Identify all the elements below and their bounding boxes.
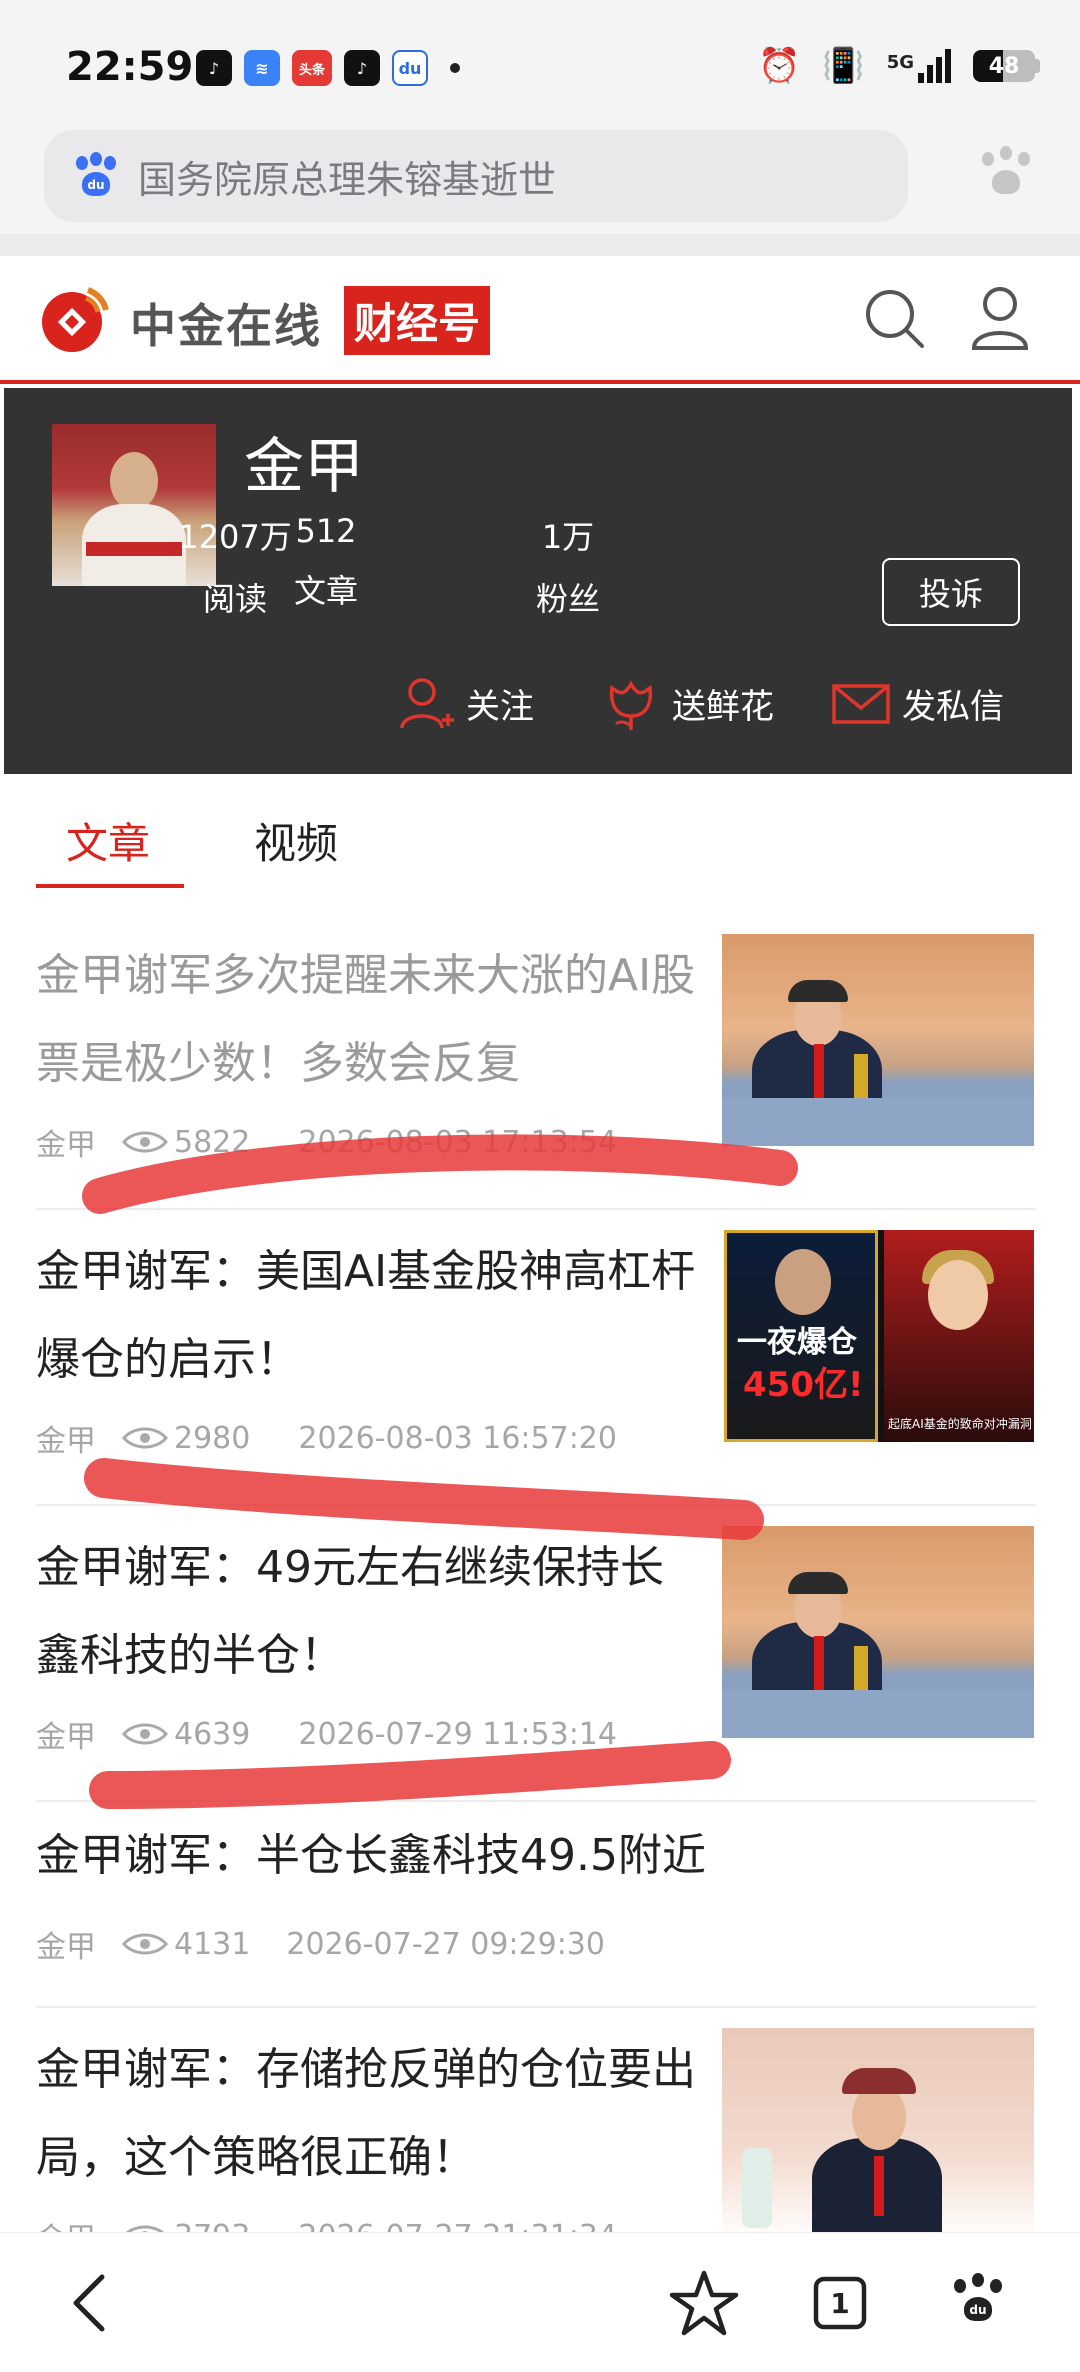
search-row: du 国务院原总理朱镕基逝世 [0, 128, 1080, 234]
follow-button[interactable]: 关注 [396, 674, 534, 732]
mail-icon [832, 684, 890, 724]
stat-label: 粉丝 [535, 580, 600, 618]
active-tab-indicator [36, 884, 184, 888]
user-icon[interactable] [970, 284, 1030, 352]
article-author: 金甲 [36, 1720, 96, 1755]
article-title[interactable]: 金甲谢军：半仓长鑫科技49.5附近 [36, 1812, 1016, 1900]
system-icons: ⏰ 📳 5G 48 [758, 46, 1040, 86]
baidu-icon[interactable]: du [950, 2273, 1006, 2329]
baidu-paw-icon[interactable] [978, 146, 1034, 202]
list-item[interactable]: 金甲谢军：49元左右继续保持长鑫科技的半仓！ 金甲 4639 2026-07-2… [36, 1506, 1036, 1802]
complain-button[interactable]: 投诉 [882, 558, 1020, 626]
notification-icons: ♪ ≋ 头条 ♪ du [196, 50, 460, 86]
baidu-icon: du [392, 50, 428, 86]
thumbnail-headline: 一夜爆仓 [737, 1325, 857, 1360]
tiktok-icon: ♪ [196, 50, 232, 86]
article-thumbnail[interactable] [722, 934, 1034, 1146]
bottom-navigation: 1 du [0, 2232, 1080, 2372]
follow-label: 关注 [466, 686, 534, 727]
search-icon[interactable] [862, 286, 926, 350]
article-author: 金甲 [36, 1128, 96, 1163]
news-icon: ≋ [244, 50, 280, 86]
status-time: 22:59 [66, 44, 194, 90]
tab-articles[interactable]: 文章 [66, 810, 150, 871]
tab-videos[interactable]: 视频 [254, 810, 338, 871]
tabs-count-icon[interactable]: 1 [804, 2267, 876, 2339]
article-views: 2980 [174, 1420, 251, 1456]
tiktok-icon: ♪ [344, 50, 380, 86]
article-title[interactable]: 金甲谢军多次提醒未来大涨的AI股票是极少数！多数会反复 [36, 932, 696, 1108]
article-date: 2026-08-03 17:13:54 [298, 1124, 617, 1160]
list-item[interactable]: 金甲谢军多次提醒未来大涨的AI股票是极少数！多数会反复 金甲 5822 2026… [36, 914, 1036, 1210]
profile-actions: 关注 送鲜花 发私信 [4, 674, 1072, 744]
list-item[interactable]: 金甲谢军：美国AI基金股神高杠杆爆仓的启示！ 金甲 2980 2026-08-0… [36, 1210, 1036, 1506]
status-bar: 22:59 ♪ ≋ 头条 ♪ du ⏰ 📳 5G 48 [0, 0, 1080, 128]
thumbnail-caption: 起底AI基金的致命对冲漏洞 [888, 1417, 1032, 1431]
alarm-icon: ⏰ [758, 46, 801, 86]
article-thumbnail[interactable] [722, 1526, 1034, 1738]
stat-fans: 1万 粉丝 [508, 512, 628, 620]
list-item[interactable]: 金甲谢军：半仓长鑫科技49.5附近 金甲 4131 2026-07-27 09:… [36, 1802, 1036, 2008]
article-title[interactable]: 金甲谢军：美国AI基金股神高杠杆爆仓的启示！ [36, 1228, 696, 1404]
battery-icon: 48 [973, 50, 1040, 82]
flower-icon [609, 680, 653, 730]
eye-icon [122, 1723, 168, 1745]
vibrate-icon: 📳 [822, 46, 865, 86]
eye-icon [122, 1933, 168, 1955]
logo-icon[interactable] [36, 280, 114, 358]
network-type: 5G [886, 52, 914, 73]
stat-label: 文章 [293, 572, 358, 610]
profile-name: 金甲 [244, 432, 364, 502]
send-flower-label: 送鲜花 [672, 686, 774, 727]
article-date: 2026-07-29 11:53:14 [298, 1716, 617, 1752]
eye-icon [122, 1131, 168, 1153]
article-meta: 金甲 2980 2026-08-03 16:57:20 [36, 1416, 617, 1460]
separator [0, 234, 1080, 256]
article-date: 2026-07-27 09:29:30 [286, 1926, 605, 1962]
private-message-button[interactable]: 发私信 [832, 674, 1004, 732]
stat-articles: 512 文章 [256, 512, 396, 612]
more-notifications-dot [450, 63, 460, 73]
article-title[interactable]: 金甲谢军：49元左右继续保持长鑫科技的半仓！ [36, 1524, 696, 1700]
battery-level: 48 [988, 53, 1020, 79]
signal-group: 5G [887, 49, 951, 83]
stat-value: 1万 [541, 518, 595, 556]
logo-text: 中金在线 [130, 299, 322, 353]
private-message-label: 发私信 [902, 686, 1004, 727]
tab-count: 1 [830, 2286, 850, 2320]
thumbnail-number: 450亿! [743, 1365, 864, 1405]
search-bar[interactable]: du 国务院原总理朱镕基逝世 [44, 130, 908, 222]
content-tabs: 文章 视频 [0, 790, 1080, 890]
article-meta: 金甲 5822 2026-08-03 17:13:54 [36, 1120, 617, 1164]
search-query: 国务院原总理朱镕基逝世 [138, 157, 557, 202]
toutiao-label: 头条 [298, 62, 325, 78]
article-title[interactable]: 金甲谢军：存储抢反弹的仓位要出局，这个策略很正确！ [36, 2026, 696, 2202]
article-views: 4639 [174, 1716, 251, 1752]
page: 22:59 ♪ ≋ 头条 ♪ du ⏰ 📳 5G 48 du 国务院原总理朱镕基… [0, 0, 1080, 2372]
eye-icon [122, 1427, 168, 1449]
article-thumbnail[interactable] [722, 2028, 1034, 2240]
site-header: 中金在线 财经号 [0, 256, 1080, 384]
back-icon[interactable] [56, 2267, 128, 2339]
article-thumbnail[interactable]: 一夜爆仓 450亿! 起底AI基金的致命对冲漏洞 [724, 1230, 1034, 1442]
article-meta: 金甲 4131 2026-07-27 09:29:30 [36, 1922, 605, 1966]
article-date: 2026-08-03 16:57:20 [298, 1420, 617, 1456]
article-views: 4131 [174, 1926, 251, 1962]
article-meta: 金甲 4639 2026-07-29 11:53:14 [36, 1712, 617, 1756]
send-flower-button[interactable]: 送鲜花 [602, 674, 774, 732]
stat-value: 512 [295, 512, 357, 550]
star-icon[interactable] [668, 2267, 740, 2339]
baidu-icon: du [72, 152, 120, 200]
toutiao-icon: 头条 [292, 50, 332, 86]
profile-card: 金甲 1207万 阅读 512 文章 1万 粉丝 投诉 关注 送鲜花 发私信 [4, 388, 1072, 774]
logo-badge: 财经号 [344, 286, 491, 355]
article-author: 金甲 [36, 1424, 96, 1459]
follow-user-icon [400, 678, 454, 729]
article-author: 金甲 [36, 1930, 96, 1965]
signal-icon [918, 49, 951, 83]
article-views: 5822 [174, 1124, 251, 1160]
